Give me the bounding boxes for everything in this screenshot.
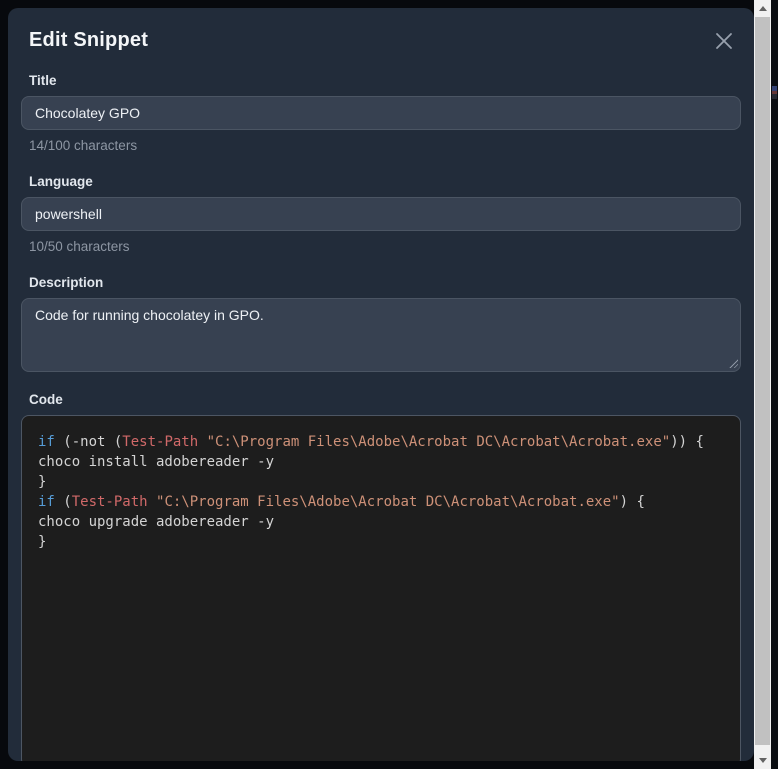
language-char-counter: 10/50 characters (29, 239, 130, 254)
scroll-down-button[interactable] (754, 752, 771, 769)
window-edge (771, 0, 778, 769)
code-label: Code (29, 392, 63, 407)
description-label: Description (29, 275, 104, 290)
background-page-fragment (772, 86, 777, 99)
language-label: Language (29, 174, 93, 189)
page-scrollbar[interactable] (754, 0, 771, 769)
description-field-wrap: Code for running chocolatey in GPO. (21, 298, 741, 372)
scrollbar-thumb[interactable] (755, 17, 770, 745)
language-input[interactable] (21, 197, 741, 231)
chevron-down-icon (758, 758, 767, 763)
title-input[interactable] (21, 96, 741, 130)
title-label: Title (29, 73, 57, 88)
title-char-counter: 14/100 characters (29, 138, 138, 153)
chevron-up-icon (758, 6, 767, 11)
modal-title: Edit Snippet (29, 29, 149, 51)
scroll-up-button[interactable] (754, 0, 771, 17)
close-button[interactable] (711, 28, 737, 57)
code-editor[interactable]: if (-not (Test-Path "C:\Program Files\Ad… (21, 415, 741, 761)
code-editor-content: if (-not (Test-Path "C:\Program Files\Ad… (38, 434, 704, 550)
modal-header: Edit Snippet (21, 8, 741, 57)
edit-snippet-modal: Edit Snippet Title 14/100 characters Lan… (8, 8, 754, 761)
description-textarea[interactable]: Code for running chocolatey in GPO. (21, 298, 741, 372)
close-icon (713, 33, 735, 55)
